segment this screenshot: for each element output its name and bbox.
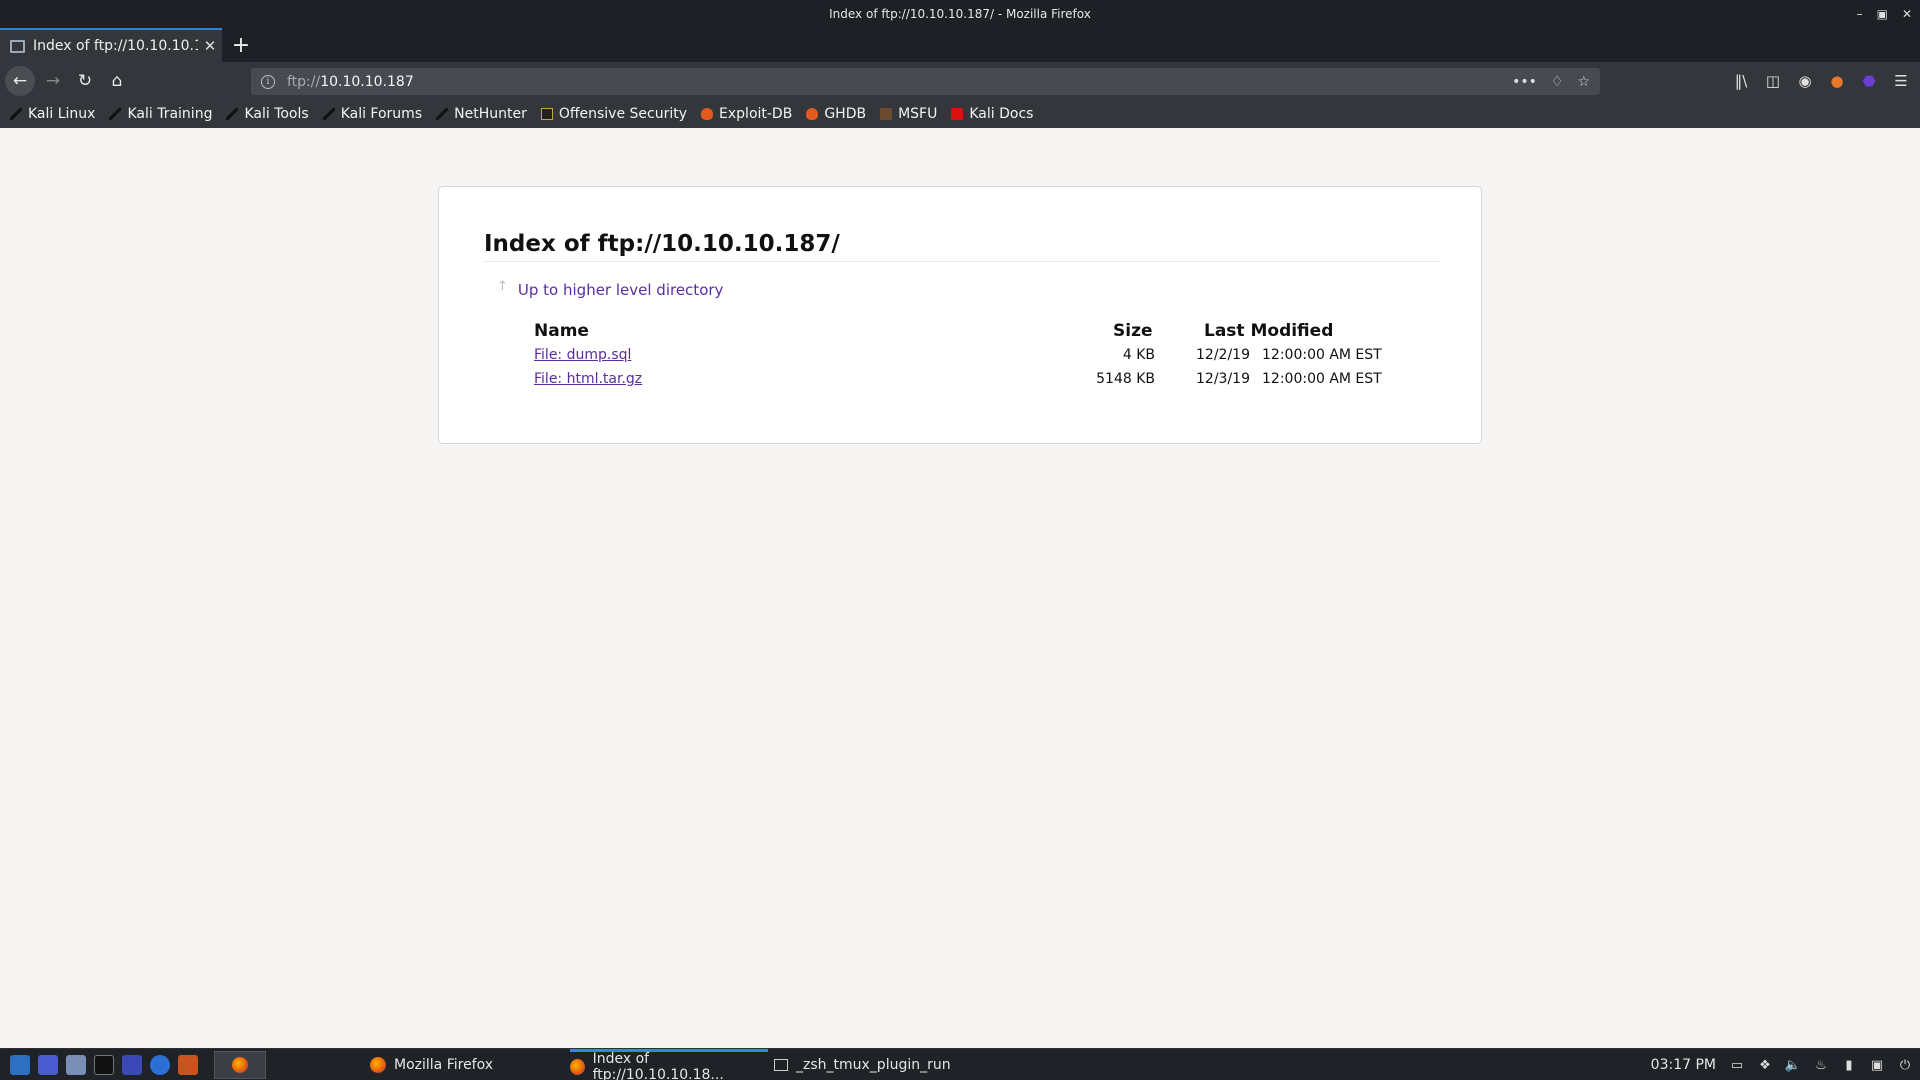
offsec-icon	[540, 108, 553, 120]
terminal-icon[interactable]	[94, 1054, 114, 1075]
file-size: 4 KB	[1122, 347, 1155, 363]
taskbar: Mozilla Firefox Index of ftp://10.10.10.…	[0, 1048, 1920, 1080]
firefox-icon	[570, 1058, 585, 1075]
url-bar[interactable]: i ftp://10.10.10.187 ••• ♢ ☆	[251, 68, 1600, 95]
bookmark-kali-linux[interactable]: Kali Linux	[10, 106, 95, 122]
up-directory-link[interactable]: Up to higher level directory	[518, 281, 724, 299]
kali-dragon-icon	[109, 108, 122, 120]
bookmark-msfu[interactable]: MSFU	[880, 106, 937, 122]
page-title: Index of ftp://10.10.10.187/	[484, 231, 840, 257]
app-menu-icon[interactable]	[10, 1054, 30, 1075]
page-content: Index of ftp://10.10.10.187/ ↑ Up to hig…	[0, 128, 1920, 1048]
file-date: 12/2/19	[1196, 347, 1250, 363]
table-row: File: html.tar.gz 5148 KB 12/3/19 12:00:…	[534, 371, 1444, 393]
window-controls: – ▣ ✕	[1857, 0, 1912, 28]
up-directory-row: ↑ Up to higher level directory	[497, 278, 724, 300]
new-tab-button[interactable]: +	[228, 28, 254, 62]
page-actions-icon[interactable]: •••	[1512, 74, 1537, 90]
display-settings-icon[interactable]	[122, 1054, 142, 1075]
url-actions: ••• ♢ ☆	[1512, 68, 1590, 95]
exploitdb-icon	[701, 108, 714, 120]
window-title: Index of ftp://10.10.10.187/ - Mozilla F…	[829, 7, 1091, 21]
bookmark-nethunter[interactable]: NetHunter	[436, 106, 527, 122]
account-icon[interactable]: ◉	[1796, 72, 1814, 90]
sidebar-icon[interactable]: ◫	[1764, 72, 1782, 90]
file-size: 5148 KB	[1096, 371, 1155, 387]
file-date: 12/3/19	[1196, 371, 1250, 387]
file-time: 12:00:00 AM EST	[1262, 347, 1382, 363]
reload-button[interactable]: ↻	[70, 67, 100, 95]
kali-dragon-icon	[322, 108, 335, 120]
directory-listing-card: Index of ftp://10.10.10.187/ ↑ Up to hig…	[438, 186, 1482, 444]
file-time: 12:00:00 AM EST	[1262, 371, 1382, 387]
column-header-size[interactable]: Size	[1113, 321, 1153, 341]
up-arrow-icon: ↑	[497, 278, 508, 294]
kali-docs-icon	[951, 108, 964, 120]
file-link-html-tar-gz[interactable]: File: html.tar.gz	[534, 371, 642, 387]
kali-dragon-icon	[10, 108, 22, 120]
power-icon[interactable]: ⏻	[1898, 1058, 1912, 1073]
home-button[interactable]: ⌂	[102, 67, 132, 95]
bookmark-offensive-security[interactable]: Offensive Security	[540, 106, 687, 122]
page-favicon-icon	[10, 39, 25, 53]
url-protocol: ftp://	[287, 73, 321, 90]
clock[interactable]: 03:17 PM	[1651, 1057, 1716, 1073]
bookmark-kali-training[interactable]: Kali Training	[109, 106, 212, 122]
lock-icon[interactable]: ▣	[1870, 1058, 1884, 1073]
burp-icon[interactable]	[178, 1054, 198, 1075]
bookmark-exploit-db[interactable]: Exploit-DB	[701, 106, 792, 122]
column-header-name[interactable]: Name	[534, 321, 589, 341]
ghdb-icon	[806, 108, 819, 120]
system-tray: 03:17 PM ▭ ❖ 🔈 ♨ ▮ ▣ ⏻	[1651, 1049, 1912, 1080]
maximize-icon[interactable]: ▣	[1877, 7, 1888, 21]
pocket-icon[interactable]: ♢	[1551, 74, 1564, 90]
file-manager-icon[interactable]	[66, 1054, 86, 1075]
dropbox-icon[interactable]: ❖	[1758, 1058, 1772, 1073]
display-icon[interactable]: ▭	[1730, 1058, 1744, 1073]
terminal-window-icon	[774, 1059, 788, 1071]
library-icon[interactable]: ‖\	[1732, 72, 1750, 90]
task-mozilla-firefox[interactable]: Mozilla Firefox	[370, 1049, 493, 1080]
tab-strip: Index of ftp://10.10.10.18 ✕ +	[0, 28, 1920, 62]
firefox-icon	[370, 1057, 386, 1073]
extension-purple-icon[interactable]: ⬣	[1860, 72, 1878, 90]
window-titlebar: Index of ftp://10.10.10.187/ - Mozilla F…	[0, 0, 1920, 28]
back-button[interactable]: ←	[5, 66, 35, 96]
battery-icon[interactable]: ▮	[1842, 1058, 1856, 1073]
toolbar-right: ‖\ ◫ ◉ ● ⬣ ☰	[1732, 62, 1920, 100]
tab-index-ftp[interactable]: Index of ftp://10.10.10.18 ✕	[0, 28, 222, 62]
column-header-last-modified[interactable]: Last Modified	[1204, 321, 1333, 341]
bookmark-kali-docs[interactable]: Kali Docs	[951, 106, 1033, 122]
launcher	[0, 1049, 266, 1080]
task-index-ftp[interactable]: Index of ftp://10.10.10.18...	[570, 1049, 768, 1080]
kali-dragon-icon	[436, 108, 449, 120]
bookmarks-toolbar: Kali Linux Kali Training Kali Tools Kali…	[0, 100, 1920, 128]
table-row: File: dump.sql 4 KB 12/2/19 12:00:00 AM …	[534, 347, 1444, 369]
extension-fox-icon[interactable]: ●	[1828, 72, 1846, 90]
minimize-icon[interactable]: –	[1857, 7, 1863, 21]
site-info-icon[interactable]: i	[261, 74, 275, 89]
firefox-icon	[232, 1056, 248, 1073]
show-desktop-icon[interactable]	[38, 1054, 58, 1075]
volume-icon[interactable]: 🔈	[1785, 1058, 1801, 1073]
close-window-icon[interactable]: ✕	[1902, 7, 1912, 21]
bookmark-kali-forums[interactable]: Kali Forums	[322, 106, 422, 122]
kali-dragon-icon	[226, 108, 239, 120]
tab-label: Index of ftp://10.10.10.18	[33, 38, 198, 54]
task-zsh-tmux[interactable]: _zsh_tmux_plugin_run	[774, 1049, 951, 1080]
firefox-launcher-active[interactable]	[214, 1050, 266, 1079]
notification-bell-icon[interactable]: ♨	[1814, 1058, 1828, 1073]
hamburger-menu-icon[interactable]: ☰	[1892, 72, 1910, 90]
bookmark-kali-tools[interactable]: Kali Tools	[226, 106, 309, 122]
navigation-toolbar: ← → ↻ ⌂ i ftp://10.10.10.187 ••• ♢ ☆ ‖\ …	[0, 62, 1920, 100]
msfu-icon	[880, 108, 893, 120]
browser-icon[interactable]	[150, 1054, 170, 1075]
url-host: 10.10.10.187	[320, 73, 414, 90]
bookmark-star-icon[interactable]: ☆	[1577, 74, 1590, 90]
forward-button[interactable]: →	[38, 67, 68, 95]
file-link-dump-sql[interactable]: File: dump.sql	[534, 347, 631, 363]
title-divider	[484, 261, 1440, 262]
tab-close-icon[interactable]: ✕	[198, 37, 222, 55]
bookmark-ghdb[interactable]: GHDB	[806, 106, 866, 122]
